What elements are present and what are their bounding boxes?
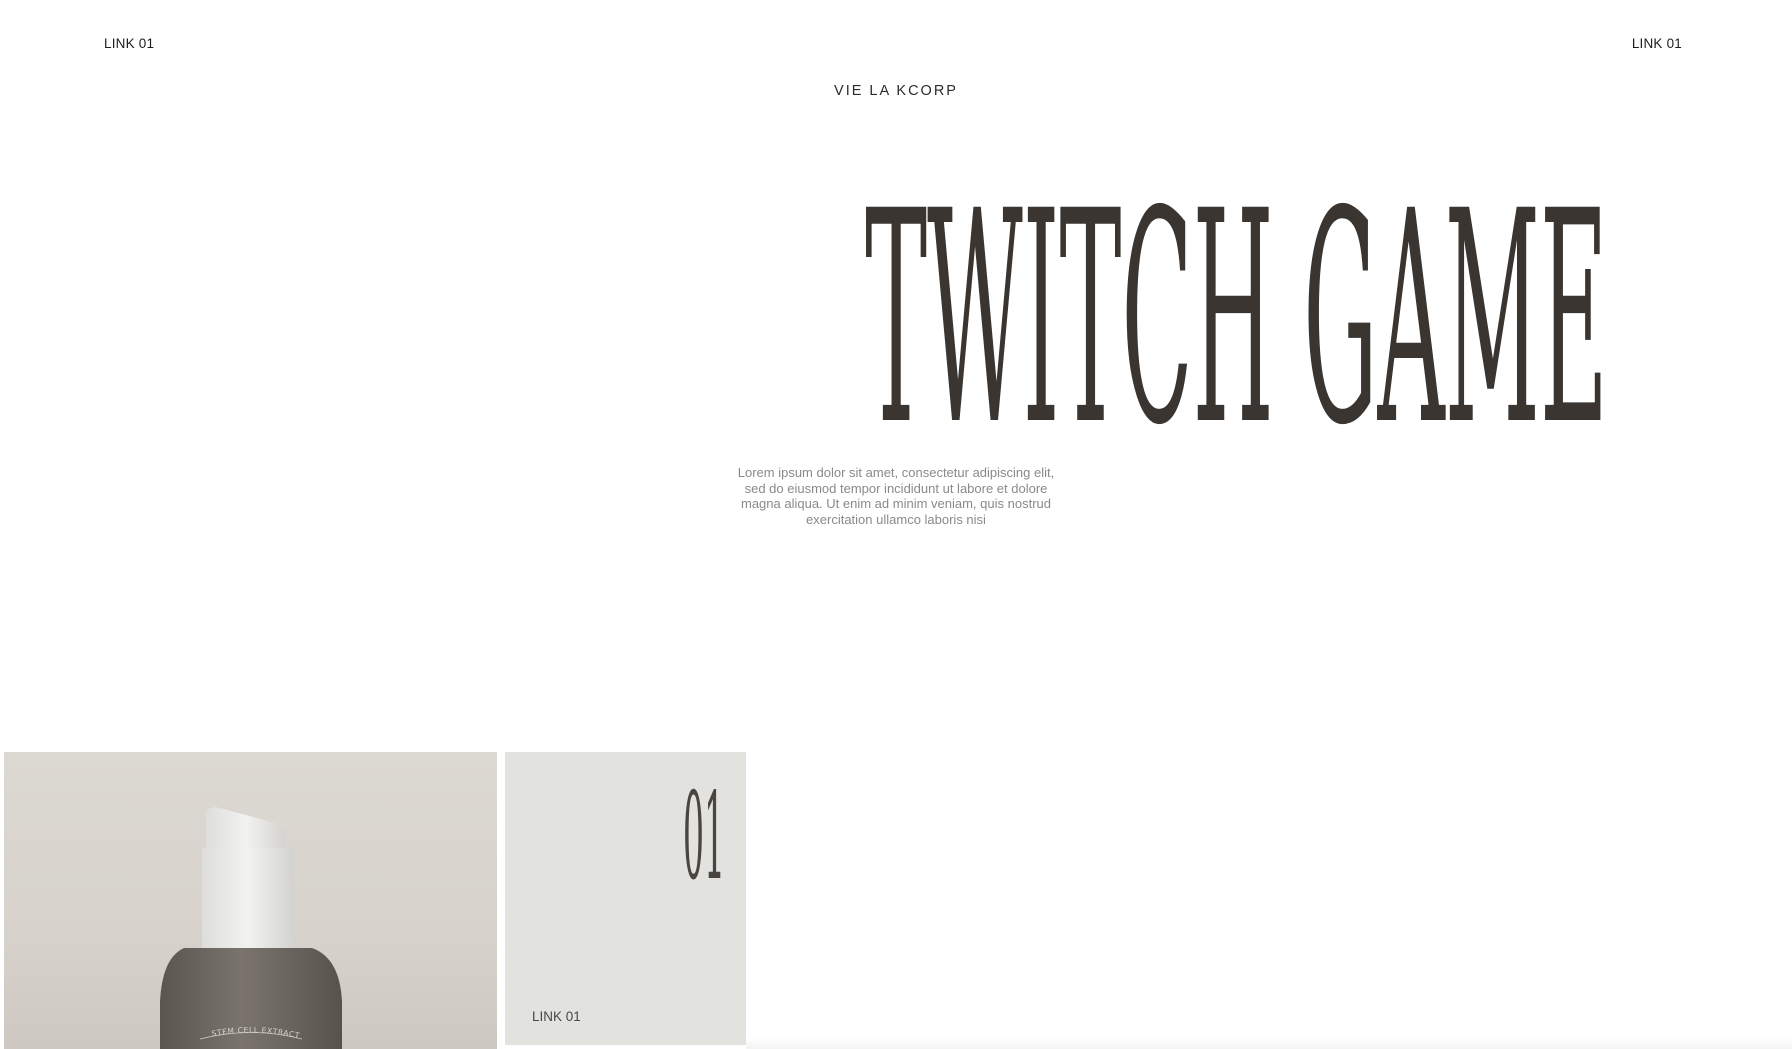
product-bottle-image: STEM CELL EXTRACT (160, 807, 342, 1049)
product-index-card: 01 LINK 01 (505, 752, 746, 1045)
pump-head (205, 807, 286, 850)
hero-description: Lorem ipsum dolor sit amet, consectetur … (737, 465, 1055, 527)
product-index-number: 01 (674, 762, 734, 892)
hero-title-text: TWITCH GAME (865, 150, 1608, 440)
nav-link-right[interactable]: LINK 01 (1632, 36, 1682, 51)
nav-link-left[interactable]: LINK 01 (104, 36, 154, 51)
pump-neck (202, 848, 294, 948)
product-index-text: 01 (683, 766, 725, 892)
product-card-link[interactable]: LINK 01 (532, 1009, 581, 1024)
scroll-shadow (746, 1038, 1792, 1049)
hero-title: TWITCH GAME (0, 150, 1792, 440)
brand-name: VIE LA KCORP (834, 83, 958, 99)
product-image-card[interactable]: STEM CELL EXTRACT (4, 752, 497, 1049)
